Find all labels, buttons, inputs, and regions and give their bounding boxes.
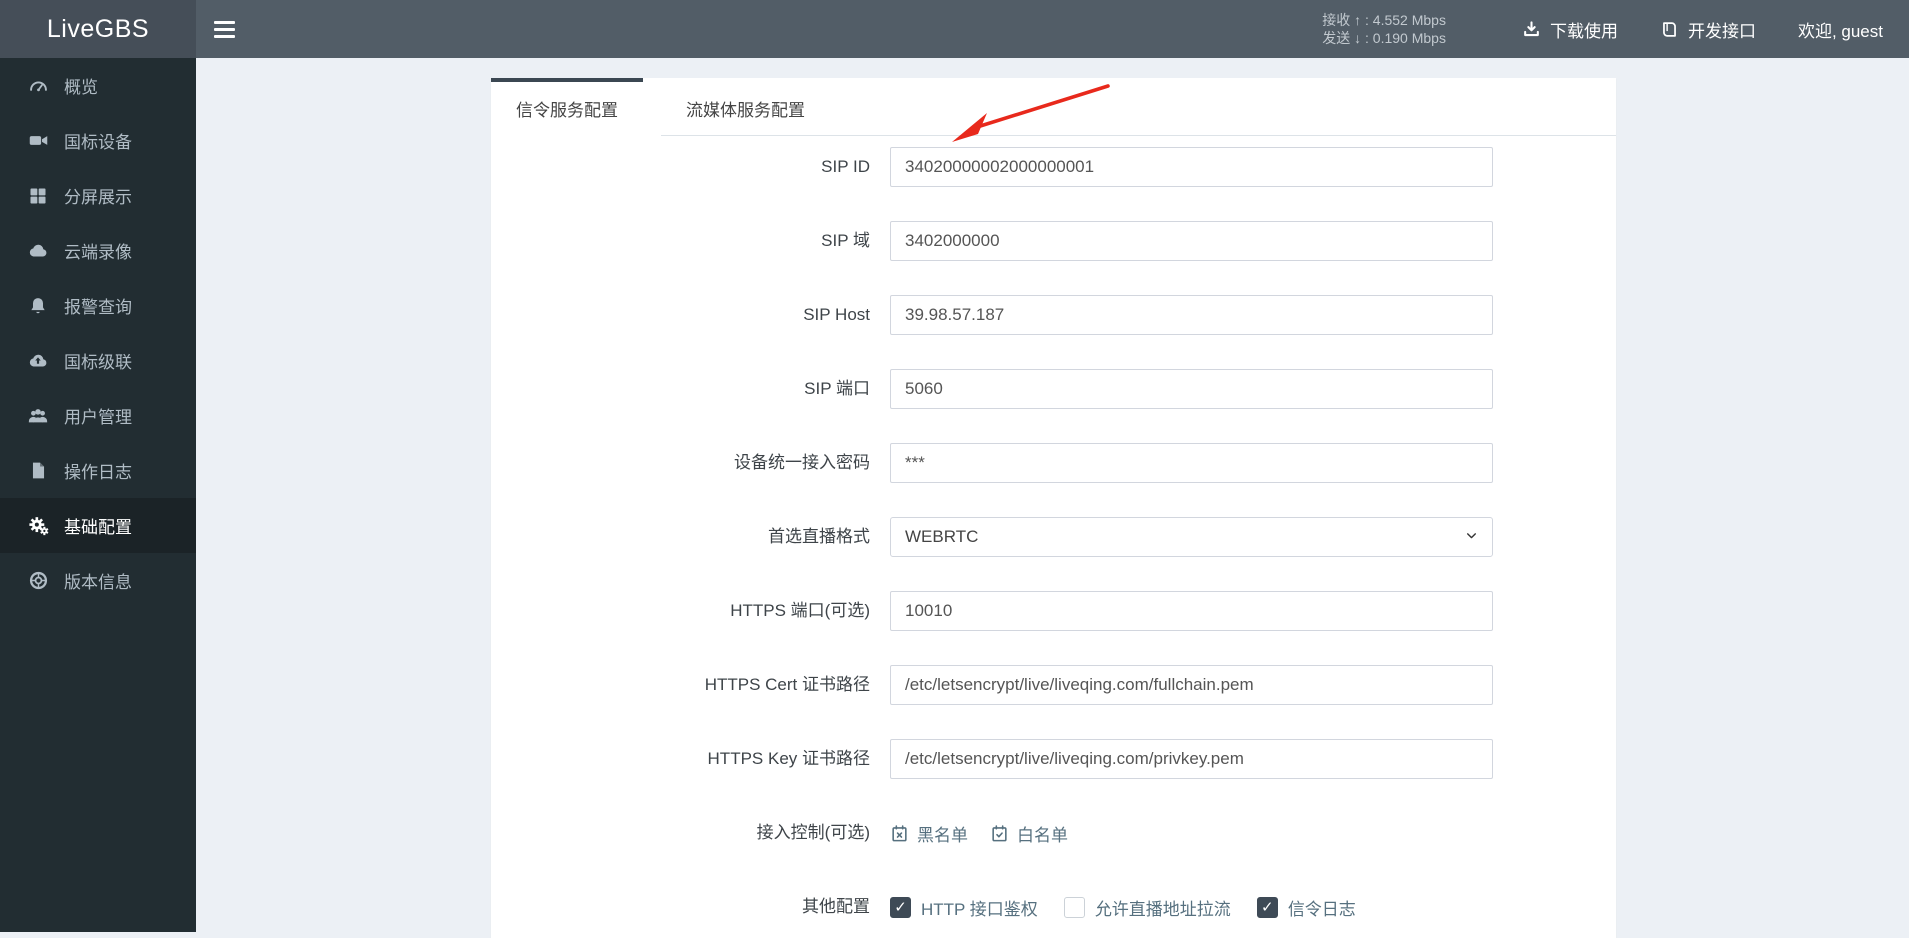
preferred-live-format-select[interactable]: WEBRTC [890,517,1493,557]
form-row-https-key-path: HTTPS Key 证书路径 [491,739,1616,779]
form-row-other-config: 其他配置 ✓ HTTP 接口鉴权 ✓ 允许直播地址拉流 ✓ 信令日志 [491,887,1616,927]
checkbox-unchecked-icon: ✓ [1063,896,1085,918]
sidebar-item-gb-devices[interactable]: 国标设备 [0,113,196,168]
navbar-right: 接收 ↑ : 4.552 Mbps 发送 ↓ : 0.190 Mbps 下载使用 [1322,0,1909,58]
main-content: 信令服务配置 流媒体服务配置 SIP ID SIP 域 SIP Host SIP… [196,58,1909,938]
form-row-sip-port: SIP 端口 [491,369,1616,409]
dashboard-icon [26,75,50,96]
sidebar-item-gb-cascade[interactable]: 国标级联 [0,333,196,388]
form-row-device-password: 设备统一接入密码 [491,443,1616,483]
https-cert-path-input[interactable] [890,665,1493,705]
sidebar-item-split-screen[interactable]: 分屏展示 [0,168,196,223]
selected-option: WEBRTC [905,527,979,546]
device-password-label: 设备统一接入密码 [734,453,870,472]
https-port-input[interactable] [890,591,1493,631]
form-row-sip-host: SIP Host [491,295,1616,335]
form-row-access-control: 接入控制(可选) 黑名单 白名单 [491,813,1616,853]
sip-domain-input[interactable] [890,221,1493,261]
book-icon [1660,20,1679,39]
sip-port-input[interactable] [890,369,1493,409]
down-arrow-icon: ↓ [1354,30,1362,46]
users-icon [26,405,50,427]
send-stat: 发送 ↓ : 0.190 Mbps [1322,30,1446,46]
checkbox-checked-icon: ✓ [890,896,911,918]
signal-log-checkbox[interactable]: ✓ 信令日志 [1256,895,1356,920]
sidebar-item-version-info[interactable]: 版本信息 [0,553,196,608]
form-row-https-port: HTTPS 端口(可选) [491,591,1616,631]
sidebar-item-operation-logs[interactable]: 操作日志 [0,443,196,498]
api-docs-link[interactable]: 开发接口 [1660,17,1756,42]
sidebar-toggle-button[interactable] [196,0,252,58]
form-row-sip-id: SIP ID [491,147,1616,187]
app-logo[interactable]: LiveGBS [0,0,196,58]
network-stats: 接收 ↑ : 4.552 Mbps 发送 ↓ : 0.190 Mbps [1322,11,1446,47]
https-port-label: HTTPS 端口(可选) [730,601,870,620]
chevron-down-icon [1465,527,1478,547]
whitelist-link[interactable]: 白名单 [990,821,1068,846]
calendar-x-icon [890,824,909,843]
up-arrow-icon: ↑ [1354,12,1362,28]
recv-stat: 接收 ↑ : 4.552 Mbps [1322,12,1446,28]
https-key-path-input[interactable] [890,739,1493,779]
config-tabs: 信令服务配置 流媒体服务配置 [491,78,1616,136]
checkbox-checked-icon: ✓ [1256,896,1278,918]
sip-id-label: SIP ID [821,157,870,176]
sip-host-label: SIP Host [803,305,870,324]
grid-icon [26,186,50,206]
https-cert-path-label: HTTPS Cert 证书路径 [704,675,870,694]
hamburger-icon [213,20,235,24]
download-icon [1522,20,1541,39]
sidebar-item-user-management[interactable]: 用户管理 [0,388,196,443]
cloud-upload-icon [26,350,50,372]
sip-domain-label: SIP 域 [821,231,870,250]
sip-port-label: SIP 端口 [804,379,870,398]
blacklist-link[interactable]: 黑名单 [890,821,968,846]
allow-live-pull-checkbox[interactable]: ✓ 允许直播地址拉流 [1063,895,1231,920]
version-ring-icon [26,570,50,591]
video-camera-icon [26,130,50,151]
config-card: 信令服务配置 流媒体服务配置 SIP ID SIP 域 SIP Host SIP… [491,78,1616,938]
sidebar-nav: 概览 国标设备 分屏展示 云端录像 报警查询 国标级联 用户管理 操作日志 基础… [0,58,196,932]
https-key-path-label: HTTPS Key 证书路径 [707,749,870,768]
tab-media-service-config[interactable]: 流媒体服务配置 [661,78,830,136]
bell-icon [26,296,50,316]
http-api-auth-checkbox[interactable]: ✓ HTTP 接口鉴权 [890,895,1038,920]
sidebar-item-overview[interactable]: 概览 [0,58,196,113]
access-control-label: 接入控制(可选) [756,823,870,842]
gears-icon [26,515,50,536]
form-row-https-cert-path: HTTPS Cert 证书路径 [491,665,1616,705]
other-config-label: 其他配置 [802,897,870,916]
sidebar-item-basic-config[interactable]: 基础配置 [0,498,196,553]
sidebar-item-cloud-recording[interactable]: 云端录像 [0,223,196,278]
device-password-input[interactable] [890,443,1493,483]
tab-signal-service-config[interactable]: 信令服务配置 [491,78,643,136]
top-navbar: LiveGBS 接收 ↑ : 4.552 Mbps 发送 ↓ : 0.190 M… [0,0,1909,58]
user-welcome-menu[interactable]: 欢迎, guest [1798,17,1883,42]
form-row-preferred-live-format: 首选直播格式 WEBRTC [491,517,1616,557]
tabbar-filler [830,78,1616,136]
form-row-sip-domain: SIP 域 [491,221,1616,261]
sip-id-input[interactable] [890,147,1493,187]
sidebar-item-alarm-query[interactable]: 报警查询 [0,278,196,333]
calendar-check-icon [990,824,1009,843]
signal-config-form: SIP ID SIP 域 SIP Host SIP 端口 设备统一接入密码 首选 [491,136,1616,927]
file-icon [26,461,50,480]
cloud-icon [26,240,50,262]
sip-host-input[interactable] [890,295,1493,335]
download-link[interactable]: 下载使用 [1522,17,1618,42]
preferred-live-format-label: 首选直播格式 [768,527,870,546]
